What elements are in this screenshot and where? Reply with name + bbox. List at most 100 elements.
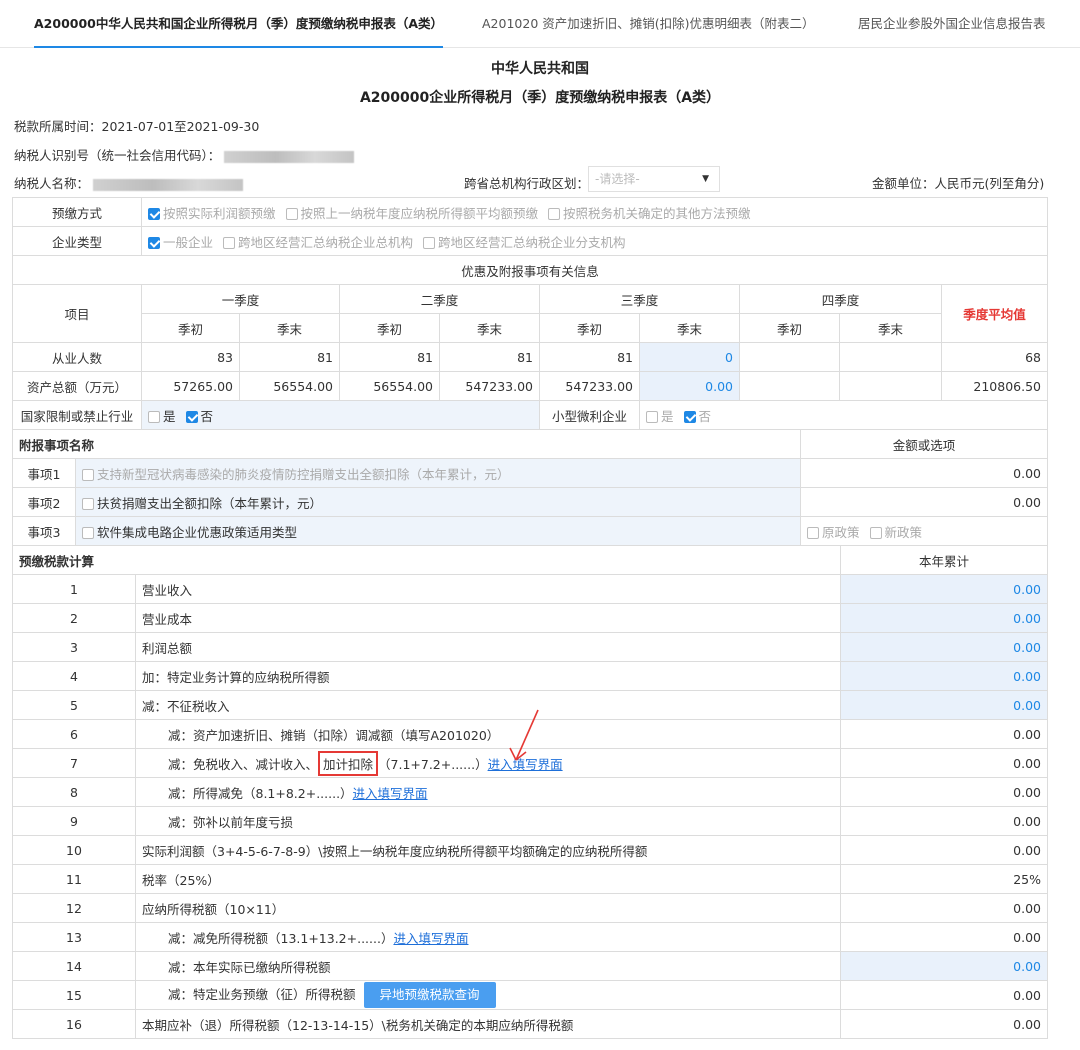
assets-q1-end: 56554.00 — [239, 371, 340, 401]
checkbox-other-method[interactable] — [548, 207, 560, 220]
attached-name-header: 附报事项名称 — [11, 429, 802, 459]
opt-other-label: 按照税务机关确定的其他方法预缴 — [563, 205, 751, 221]
row-value: 0.00 — [840, 922, 1049, 952]
q1-start-header: 季初 — [141, 313, 240, 343]
opt-head-office-label: 跨地区经营汇总纳税企业总机构 — [238, 234, 414, 250]
region-select-placeholder: -请选择- — [595, 172, 640, 186]
enter-fill-link-row-8[interactable]: 进入填写界面 — [353, 786, 428, 801]
row-no: 5 — [12, 690, 136, 720]
enter-fill-link-row-13[interactable]: 进入填写界面 — [393, 931, 468, 946]
checkbox-item-1[interactable] — [82, 468, 94, 481]
row-no: 3 — [12, 632, 136, 662]
checkbox-general-enterprise[interactable] — [148, 236, 160, 249]
assets-q2-end: 547233.00 — [439, 371, 540, 401]
cost-input[interactable]: 0.00 — [840, 603, 1049, 633]
opt-branch-label: 跨地区经营汇总纳税企业分支机构 — [438, 234, 626, 250]
row-text: 本期应补（退）所得税额（12-13-14-15）\税务机关确定的本期应纳所得税额 — [134, 1009, 842, 1039]
row-text-cell: 减：所得减免（8.1+8.2+......）进入填写界面 — [134, 777, 842, 807]
employees-q4-start — [739, 342, 840, 372]
revenue-input[interactable]: 0.00 — [840, 574, 1049, 604]
non-taxable-income-input[interactable]: 0.00 — [840, 690, 1049, 720]
taxpayer-id-row: 纳税人识别号（统一社会信用代码）： — [14, 145, 355, 164]
taxpayer-name-row: 纳税人名称： — [14, 173, 243, 192]
calc-row-2: 2 营业成本 0.00 — [12, 603, 1049, 633]
preference-info-table: 预缴方式 按照实际利润额预缴 按照上一纳税年度应纳税所得额平均额预缴 按照税务机… — [12, 197, 1048, 430]
row-value: 0.00 — [840, 893, 1049, 923]
tab-bar: A200000中华人民共和国企业所得税月（季）度预缴纳税申报表（A类） A201… — [0, 0, 1080, 48]
q2-header: 二季度 — [339, 284, 540, 314]
tab-a200000[interactable]: A200000中华人民共和国企业所得税月（季）度预缴纳税申报表（A类） — [34, 0, 444, 48]
checkbox-average-previous-year[interactable] — [285, 207, 298, 220]
checkbox-branch[interactable] — [423, 236, 435, 249]
item-1-text-cell: 支持新型冠状病毒感染的肺炎疫情防控捐赠支出全额扣除（本年累计，元） — [74, 458, 802, 488]
assets-q1-start: 57265.00 — [141, 371, 240, 401]
attached-item-2-row: 事项2 扶贫捐赠支出全额扣除（本年累计，元） 0.00 — [12, 487, 1049, 517]
row-text-cell: 减：免税收入、减计收入、 加计扣除 （7.1+7.2+......）进入填写界面 — [134, 748, 842, 778]
row-no: 6 — [12, 719, 136, 749]
tab-a201020[interactable]: A201020 资产加速折旧、摊销(扣除)优惠明细表（附表二） — [482, 0, 815, 48]
employees-q3-end-input[interactable]: 0 — [639, 342, 740, 372]
tab-foreign-enterprise-report[interactable]: 居民企业参股外国企业信息报告表 — [858, 0, 1046, 48]
row-value: 0.00 — [840, 980, 1049, 1010]
pref-section-title: 优惠及附报事项有关信息 — [12, 255, 1048, 285]
row-no: 15 — [12, 980, 136, 1010]
row-text: 应纳所得税额（10×11） — [134, 893, 842, 923]
checkbox-head-office[interactable] — [223, 236, 235, 249]
calc-row-4: 4 加：特定业务计算的应纳税所得额 0.00 — [12, 661, 1049, 691]
checkbox-restricted-no[interactable] — [185, 410, 198, 423]
item-2-value: 0.00 — [800, 487, 1049, 517]
attached-items-table: 附报事项名称 金额或选项 事项1 支持新型冠状病毒感染的肺炎疫情防控捐赠支出全额… — [11, 429, 1049, 546]
attached-header-row: 附报事项名称 金额或选项 — [11, 429, 1049, 459]
employees-q1-start: 83 — [141, 342, 240, 372]
assets-q3-start: 547233.00 — [539, 371, 640, 401]
opt-average-label: 按照上一纳税年度应纳税所得额平均额预缴 — [300, 205, 539, 221]
attached-item-1-row: 事项1 支持新型冠状病毒感染的肺炎疫情防控捐赠支出全额扣除（本年累计，元） 0.… — [12, 458, 1049, 488]
q4-start-header: 季初 — [739, 313, 840, 343]
checkbox-actual-profit[interactable] — [148, 207, 160, 220]
total-profit-input[interactable]: 0.00 — [840, 632, 1049, 662]
calc-row-14: 14 减：本年实际已缴纳所得税额 0.00 — [12, 951, 1049, 981]
calc-row-10: 10 实际利润额（3+4-5-6-7-8-9）\按照上一纳税年度应纳税所得额平均… — [12, 835, 1049, 865]
assets-q3-end-input[interactable]: 0.00 — [639, 371, 740, 401]
restricted-yes-label: 是 — [163, 408, 176, 424]
q4-end-header: 季末 — [839, 313, 942, 343]
annotation-arrow-icon — [509, 709, 539, 761]
chevron-down-icon: ▼ — [702, 174, 709, 184]
special-business-input[interactable]: 0.00 — [840, 661, 1049, 691]
row-13-text: 减：减免所得税额（13.1+13.2+......） — [168, 930, 394, 946]
calc-header-row: 预缴税款计算 本年累计 — [11, 545, 1049, 575]
new-policy-label: 新政策 — [884, 524, 923, 540]
item-header: 项目 — [12, 284, 142, 343]
opt-general-label: 一般企业 — [163, 234, 214, 250]
employees-q2-end: 81 — [439, 342, 540, 372]
opt-actual-profit-label: 按照实际利润额预缴 — [163, 205, 276, 221]
checkbox-item-2[interactable] — [82, 497, 94, 510]
row-no: 8 — [12, 777, 136, 807]
row-value: 0.00 — [840, 748, 1049, 778]
checkbox-old-policy[interactable] — [807, 526, 820, 539]
checkbox-small-no[interactable] — [683, 410, 696, 423]
employees-q1-end: 81 — [239, 342, 340, 372]
page-title-country: 中华人民共和国 — [491, 61, 589, 77]
q1-end-header: 季末 — [239, 313, 340, 343]
quarter-header-row: 项目 一季度 二季度 三季度 四季度 季度平均值 — [12, 284, 1048, 343]
row-no: 16 — [12, 1009, 136, 1039]
row-text-cell: 减：特定业务预缴（征）所得税额 异地预缴税款查询 — [134, 980, 842, 1010]
checkbox-new-policy[interactable] — [869, 526, 882, 539]
region-select[interactable]: -请选择- ▼ — [588, 166, 720, 192]
checkbox-restricted-yes[interactable] — [148, 410, 160, 423]
calc-row-13: 13 减：减免所得税额（13.1+13.2+......）进入填写界面 0.00 — [12, 922, 1049, 952]
small-no-label: 否 — [698, 408, 712, 424]
paid-tax-input[interactable]: 0.00 — [840, 951, 1049, 981]
q3-header: 三季度 — [539, 284, 740, 314]
employees-row: 从业人数 83 81 81 81 81 0 68 — [12, 342, 1048, 372]
small-enterprise-label: 小型微利企业 — [539, 400, 640, 430]
checkbox-item-3[interactable] — [82, 526, 94, 539]
row-value: 0.00 — [840, 1009, 1049, 1039]
item-3-options: 原政策 新政策 — [800, 516, 1049, 546]
calc-row-16: 16 本期应补（退）所得税额（12-13-14-15）\税务机关确定的本期应纳所… — [12, 1009, 1049, 1039]
q2-start-header: 季初 — [339, 313, 440, 343]
remote-prepay-query-button[interactable]: 异地预缴税款查询 — [363, 982, 496, 1008]
checkbox-small-yes[interactable] — [646, 410, 658, 423]
old-policy-label: 原政策 — [822, 524, 860, 540]
